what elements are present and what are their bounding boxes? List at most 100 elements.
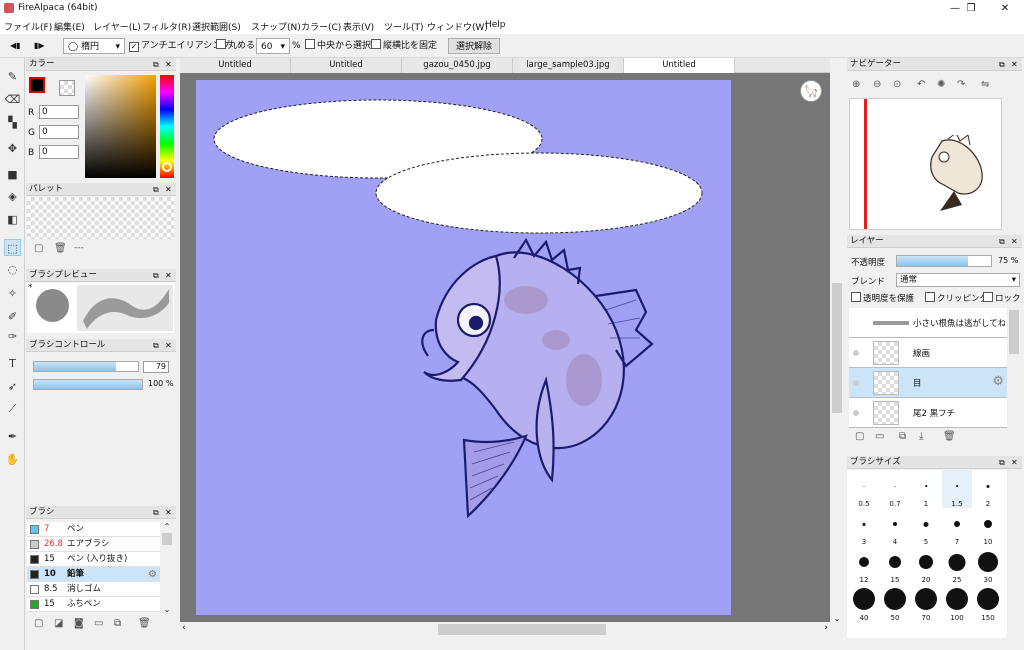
menu-view[interactable]: 表示(V): [343, 20, 374, 33]
from-center-checkbox[interactable]: 中央から選択: [305, 38, 371, 54]
eraser-tool-icon[interactable]: ⌫: [4, 91, 21, 108]
b-input[interactable]: 0: [39, 145, 79, 159]
pen-tool-icon[interactable]: ✎: [4, 68, 21, 85]
brush-size-option[interactable]: 1: [911, 470, 941, 508]
brush-size-option[interactable]: 12: [849, 546, 879, 584]
select-eraser-icon[interactable]: ✑: [4, 328, 21, 345]
gear-icon[interactable]: ⚙: [992, 374, 1004, 389]
lasso-tool-icon[interactable]: ◌: [4, 261, 21, 278]
tab-large-sample[interactable]: large_sample03.jpg: [513, 58, 624, 73]
clipping-checkbox[interactable]: クリッピング: [925, 292, 988, 304]
maximize-button[interactable]: ❐: [954, 0, 988, 17]
blend-select[interactable]: 通常 ▾: [896, 273, 1020, 287]
tab-untitled-2[interactable]: Untitled: [291, 58, 402, 73]
round-value-stepper[interactable]: 60 ▾: [256, 38, 290, 54]
undock-icon[interactable]: ⧉: [999, 456, 1005, 469]
scroll-thumb[interactable]: [1009, 310, 1019, 354]
navigator-scrollbar[interactable]: [1005, 98, 1019, 230]
layer-list-scrollbar[interactable]: [1007, 308, 1021, 428]
merge-layer-icon[interactable]: ⤓: [919, 431, 923, 442]
r-input[interactable]: 0: [39, 105, 79, 119]
scroll-thumb[interactable]: [162, 533, 172, 545]
eyedropper-tool-icon[interactable]: ✒: [4, 428, 21, 445]
visibility-toggle-icon[interactable]: [853, 350, 859, 356]
lock-checkbox[interactable]: ロック: [983, 292, 1021, 304]
close-button[interactable]: ✕: [988, 0, 1022, 17]
menu-window[interactable]: ウィンドウ(W): [427, 20, 488, 33]
flip-icon[interactable]: ⇋: [981, 79, 989, 90]
brush-item[interactable]: 15 ペン (入り抜き): [27, 552, 160, 567]
brush-size-option[interactable]: 7: [942, 508, 972, 546]
brush-size-option[interactable]: 2: [973, 470, 1003, 508]
trash-icon[interactable]: 🗑: [943, 431, 956, 442]
brush-size-option[interactable]: 5: [911, 508, 941, 546]
operation-tool-icon[interactable]: ➶: [4, 378, 21, 395]
next-arrow-icon[interactable]: ▮▶: [34, 38, 45, 54]
menu-color[interactable]: カラー(C): [301, 20, 341, 33]
rotate-left-icon[interactable]: ↶: [917, 79, 925, 90]
magic-wand-icon[interactable]: ✧: [4, 285, 21, 302]
brush-size-option[interactable]: 20: [911, 546, 941, 584]
zoom-in-icon[interactable]: ⊕: [852, 79, 860, 90]
menu-tool[interactable]: ツール(T): [384, 20, 424, 33]
palette-area[interactable]: [27, 197, 174, 239]
layer-row[interactable]: 線画: [849, 338, 1007, 368]
close-icon[interactable]: ✕: [1011, 235, 1018, 248]
navigator-preview[interactable]: [849, 98, 1002, 230]
round-checkbox[interactable]: 丸める: [216, 38, 255, 54]
brush-opacity-slider[interactable]: [33, 379, 143, 390]
new-brush-icon[interactable]: ▢: [34, 618, 43, 629]
menu-snap[interactable]: スナップ(N): [251, 20, 301, 33]
undock-icon[interactable]: ⧉: [153, 269, 159, 282]
hue-handle[interactable]: [162, 162, 172, 172]
scroll-down-icon[interactable]: ⌄: [160, 605, 174, 614]
rotate-reset-icon[interactable]: ✺: [937, 79, 945, 90]
close-icon[interactable]: ✕: [165, 506, 172, 519]
transparent-color-swatch[interactable]: [59, 80, 75, 96]
brush-size-option[interactable]: 0.5: [849, 470, 879, 508]
close-icon[interactable]: ✕: [165, 183, 172, 196]
canvas-vertical-scrollbar[interactable]: ⌄: [830, 73, 844, 623]
undock-icon[interactable]: ⧉: [153, 183, 159, 196]
brush-size-option[interactable]: 25: [942, 546, 972, 584]
layer-row[interactable]: 尾2 黒フチ: [849, 398, 1007, 428]
trash-icon[interactable]: 🗑: [54, 243, 67, 254]
menu-edit[interactable]: 編集(E): [54, 20, 85, 33]
protect-alpha-checkbox[interactable]: 透明度を保護: [851, 292, 914, 304]
close-icon[interactable]: ✕: [165, 269, 172, 282]
hand-tool-icon[interactable]: ✋: [4, 451, 21, 468]
menu-filter[interactable]: フィルタ(R): [142, 20, 191, 33]
brush-size-slider[interactable]: [33, 361, 139, 372]
prev-arrow-icon[interactable]: ◀▮: [10, 38, 21, 54]
drawing-canvas[interactable]: [196, 80, 731, 615]
select-tool-icon[interactable]: ⬚: [4, 239, 21, 256]
brush-size-option[interactable]: 70: [911, 584, 941, 622]
gradient-tool-icon[interactable]: ◧: [4, 211, 21, 228]
brush-size-option[interactable]: 10: [973, 508, 1003, 546]
scroll-thumb[interactable]: [832, 283, 842, 413]
layer-opacity-slider[interactable]: [896, 255, 992, 267]
g-input[interactable]: 0: [39, 125, 79, 139]
layer-row[interactable]: 目 ⚙: [849, 368, 1007, 398]
visibility-toggle-icon[interactable]: [853, 380, 859, 386]
duplicate-layer-icon[interactable]: ⧉: [899, 431, 906, 442]
brush-item[interactable]: 7 ペン: [27, 522, 160, 537]
new-icon[interactable]: ▢: [34, 243, 43, 254]
close-icon[interactable]: ✕: [165, 339, 172, 352]
undock-icon[interactable]: ⧉: [153, 58, 159, 71]
scroll-up-icon[interactable]: ⌃: [160, 522, 174, 531]
zoom-reset-icon[interactable]: ⊙: [893, 79, 901, 90]
brush-size-option[interactable]: 4: [880, 508, 910, 546]
divide-tool-icon[interactable]: ⟋: [4, 400, 21, 417]
tab-gazou[interactable]: gazou_0450.jpg: [402, 58, 513, 73]
copy-icon[interactable]: ⧉: [114, 618, 121, 629]
fix-ratio-checkbox[interactable]: 縦横比を固定: [371, 38, 437, 54]
menu-file[interactable]: ファイル(F): [4, 20, 52, 33]
close-icon[interactable]: ✕: [1011, 58, 1018, 71]
brush-settings-icon[interactable]: ◙: [74, 618, 84, 629]
text-tool-icon[interactable]: T: [4, 355, 21, 372]
scroll-left-icon[interactable]: ‹: [182, 623, 186, 633]
brush-size-option[interactable]: 150: [973, 584, 1003, 622]
layer-row[interactable]: 小さい根魚は逃がしてね: [849, 308, 1007, 338]
bucket-tool-icon[interactable]: ◈: [4, 188, 21, 205]
